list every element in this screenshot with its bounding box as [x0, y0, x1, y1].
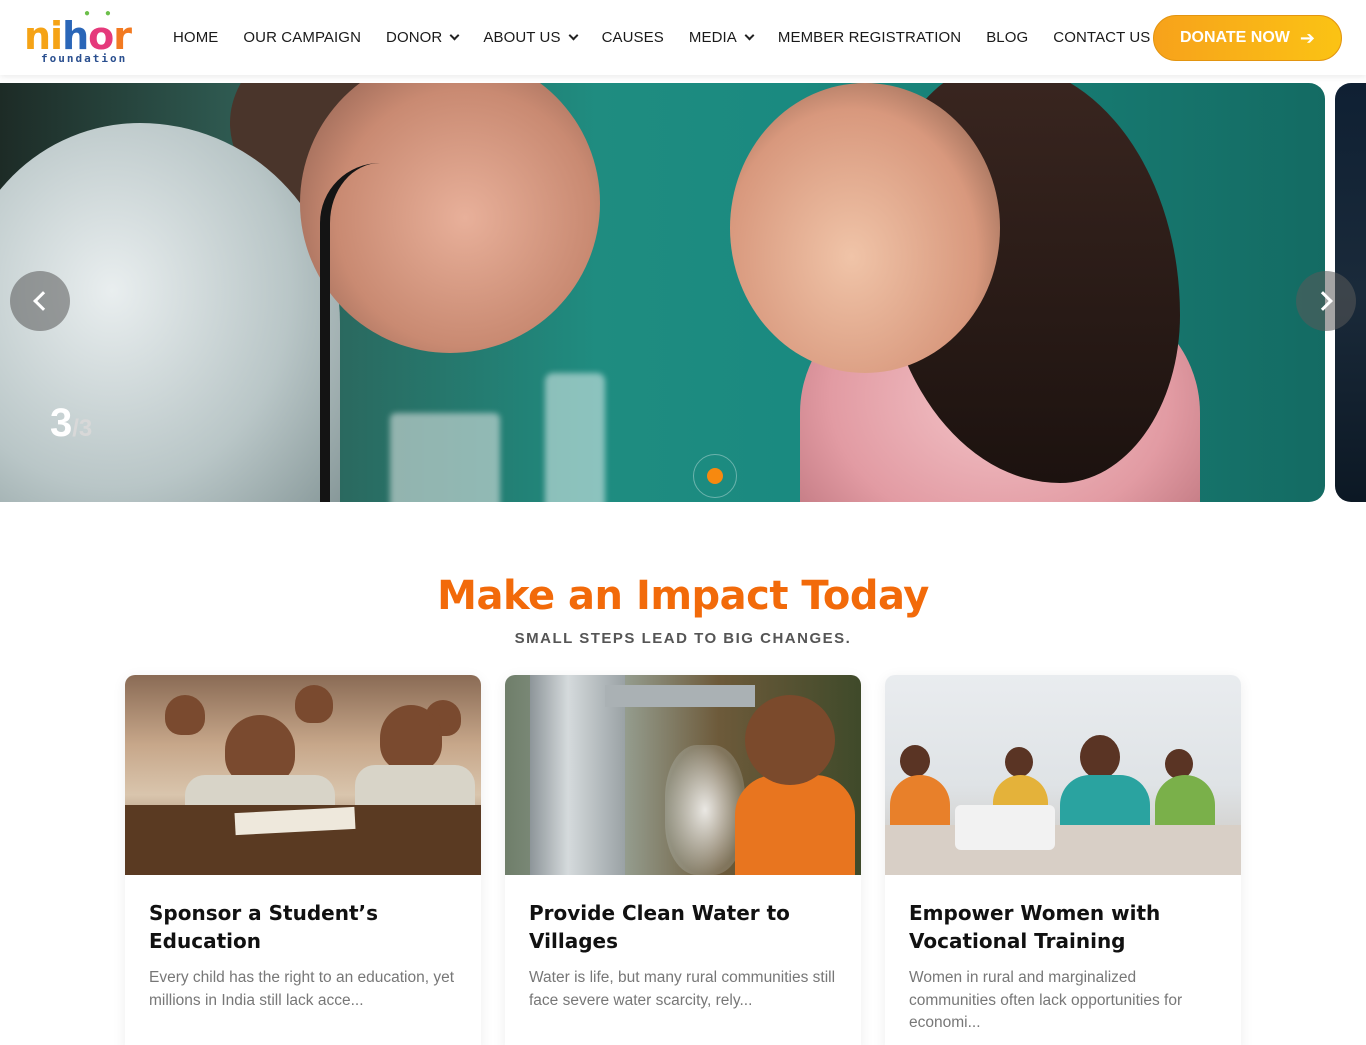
woman-head-shape: [1005, 747, 1033, 777]
card-title[interactable]: Provide Clean Water to Villages: [529, 899, 837, 955]
card-title[interactable]: Empower Women with Vocational Training: [909, 899, 1217, 955]
arrow-right-icon: ➔: [1299, 27, 1315, 48]
nav-item-home[interactable]: HOME: [173, 29, 218, 46]
child-head-shape: [745, 695, 835, 785]
slider-prev-button[interactable]: [10, 271, 70, 331]
nav-item-our-campaign[interactable]: OUR CAMPAIGN: [243, 29, 361, 46]
logo-wordmark: nihor: [24, 14, 132, 58]
woman-head-shape: [900, 745, 930, 777]
current-slide-number: 3: [50, 401, 73, 445]
cause-card-clean-water[interactable]: Provide Clean Water to Villages Water is…: [505, 675, 861, 1045]
donate-now-label: DONATE NOW: [1179, 29, 1290, 46]
work-table-shape: [885, 825, 1241, 875]
nav-item-member-registration[interactable]: MEMBER REGISTRATION: [778, 29, 961, 46]
main-nav: HOME OUR CAMPAIGN DONOR ABOUT US CAUSES …: [173, 0, 1175, 75]
nav-item-causes[interactable]: CAUSES: [602, 29, 664, 46]
background-box-shape: [390, 413, 500, 502]
card-description: Women in rural and marginalized communit…: [909, 969, 1183, 1031]
slider-next-button[interactable]: [1296, 271, 1356, 331]
saree-shape: [1155, 775, 1215, 830]
active-dot-icon: [707, 468, 723, 484]
nav-item-blog[interactable]: BLOG: [986, 29, 1028, 46]
chevron-right-icon: [1313, 291, 1333, 311]
nav-item-label: CONTACT US: [1053, 29, 1151, 46]
nihor-foundation-logo[interactable]: ● ● nihor foundation: [24, 8, 154, 66]
student-head-shape: [380, 705, 442, 771]
nav-item-label: CAUSES: [601, 29, 664, 46]
hero-slide-image: [0, 83, 1325, 502]
donate-now-button[interactable]: DONATE NOW ➔: [1153, 15, 1342, 61]
nav-item-contact-us[interactable]: CONTACT US: [1053, 29, 1150, 46]
nav-item-donor[interactable]: DONOR: [386, 29, 460, 46]
card-body: Provide Clean Water to Villages Water is…: [505, 875, 861, 1012]
card-description: Every child has the right to an educatio…: [149, 969, 455, 1009]
nav-item-label: BLOG: [986, 29, 1029, 46]
chevron-left-icon: [33, 291, 53, 311]
background-bottle-shape: [545, 373, 605, 502]
nav-item-about-us[interactable]: ABOUT US: [483, 29, 579, 46]
nav-item-label: OUR CAMPAIGN: [243, 29, 362, 46]
background-student-shape: [295, 685, 333, 723]
nav-item-label: DONOR: [386, 29, 443, 46]
nav-item-media[interactable]: MEDIA: [688, 29, 755, 46]
slide-counter: 3/3: [50, 401, 92, 446]
impact-section-subtitle: SMALL STEPS LEAD TO BIG CHANGES.: [514, 630, 852, 647]
card-body: Empower Women with Vocational Training W…: [885, 875, 1241, 1035]
chevron-down-icon: [744, 30, 755, 41]
water-splash-shape: [665, 745, 745, 875]
nav-item-label: MEDIA: [688, 29, 737, 46]
pump-handle-shape: [605, 685, 755, 707]
chevron-down-icon: [568, 30, 579, 41]
cause-card-vocational-training[interactable]: Empower Women with Vocational Training W…: [885, 675, 1241, 1045]
card-body: Sponsor a Student’s Education Every chil…: [125, 875, 481, 1012]
nav-item-label: ABOUT US: [483, 29, 561, 46]
sewing-machine-shape: [955, 805, 1055, 850]
woman-head-shape: [1080, 735, 1120, 779]
water-pump-image: [505, 675, 861, 875]
slider-pagination-dot[interactable]: [693, 454, 737, 498]
girl-head-shape: [730, 83, 1000, 373]
child-shirt-shape: [735, 775, 855, 875]
card-description: Water is life, but many rural communitie…: [529, 969, 836, 1009]
card-title[interactable]: Sponsor a Student’s Education: [149, 899, 457, 955]
background-student-shape: [165, 695, 205, 735]
hero-slider: 3/3: [0, 83, 1325, 502]
cause-card-education[interactable]: Sponsor a Student’s Education Every chil…: [125, 675, 481, 1045]
women-sewing-image: [885, 675, 1241, 875]
nav-item-label: MEMBER REGISTRATION: [777, 29, 962, 46]
impact-section-title: Make an Impact Today: [437, 573, 929, 619]
nav-item-label: HOME: [173, 29, 219, 46]
students-classroom-image: [125, 675, 481, 875]
logo-subtitle: foundation: [41, 52, 128, 65]
total-slide-number: /3: [72, 415, 93, 442]
site-header: ● ● nihor foundation HOME OUR CAMPAIGN D…: [0, 0, 1366, 75]
chevron-down-icon: [449, 30, 460, 41]
